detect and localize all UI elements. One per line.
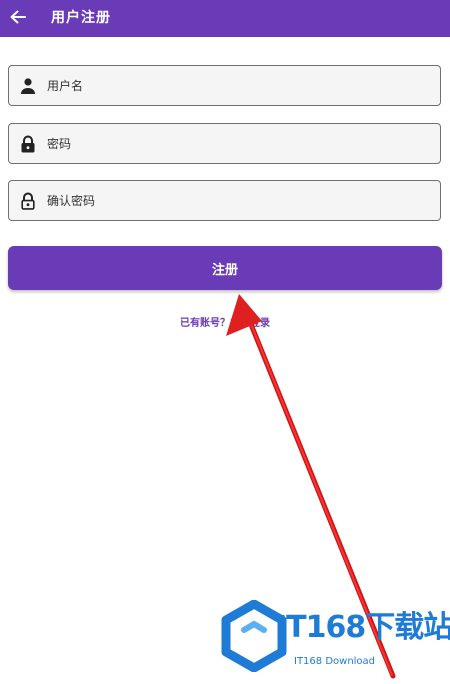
password-input[interactable] bbox=[47, 124, 432, 163]
lock-icon bbox=[21, 135, 35, 153]
confirm-password-input[interactable] bbox=[47, 181, 432, 220]
app-bar: 用户注册 bbox=[0, 0, 450, 37]
watermark: IT168下载站 IT168 Download bbox=[218, 596, 450, 684]
watermark-subtitle: IT168 Download bbox=[294, 656, 376, 667]
watermark-title: IT168下载站 bbox=[276, 610, 450, 645]
password-field[interactable] bbox=[8, 123, 441, 164]
page-title: 用户注册 bbox=[51, 10, 111, 26]
username-field[interactable] bbox=[8, 65, 441, 106]
person-icon bbox=[21, 78, 35, 94]
back-button[interactable] bbox=[8, 6, 28, 28]
arrow-left-icon bbox=[10, 10, 26, 24]
register-button[interactable]: 注册 bbox=[8, 246, 442, 290]
lock-outline-icon bbox=[21, 192, 35, 210]
confirm-password-field[interactable] bbox=[8, 180, 441, 221]
login-link[interactable]: 已有账号？立即登录 bbox=[0, 316, 450, 332]
username-input[interactable] bbox=[47, 66, 432, 105]
